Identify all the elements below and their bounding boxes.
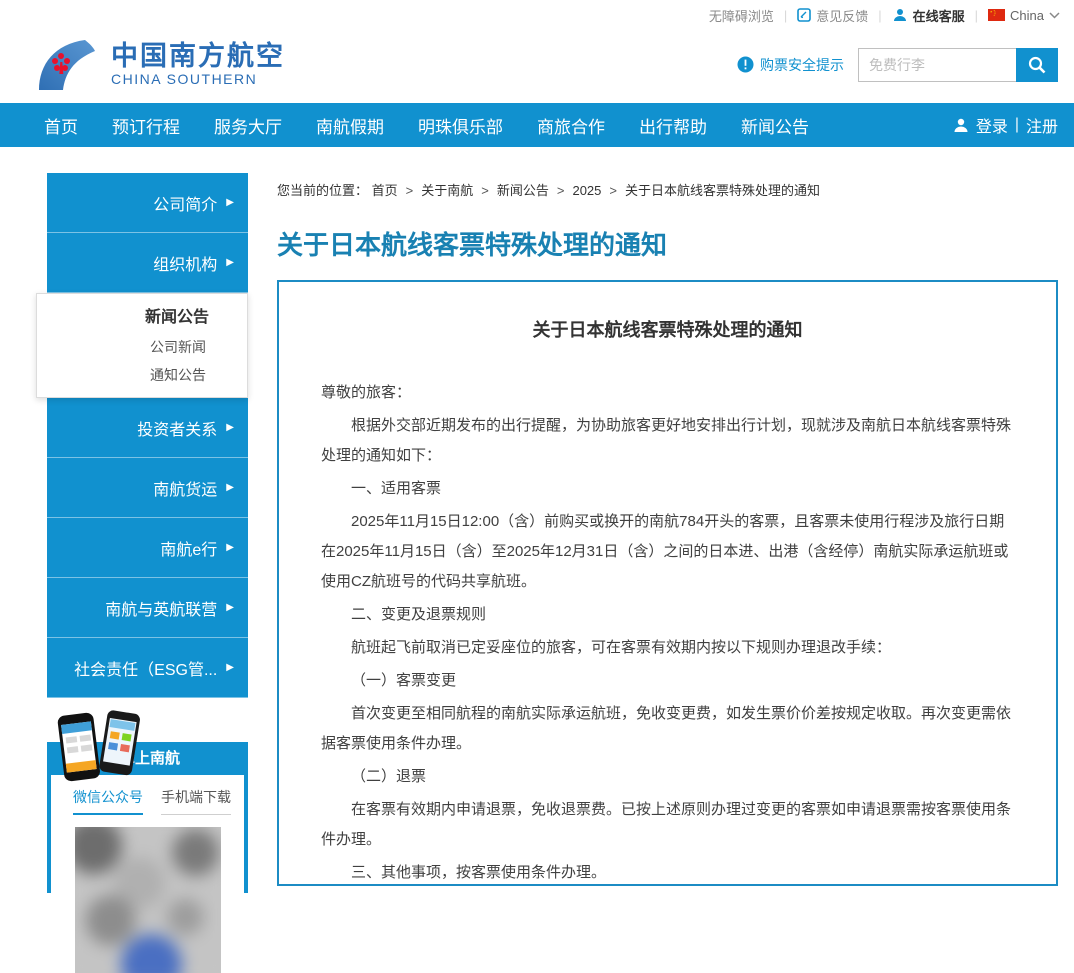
accessibility-label: 无障碍浏览: [709, 6, 774, 25]
topbar-divider: |: [784, 8, 787, 23]
sidebar-item[interactable]: 组织机构 ▶: [47, 233, 248, 293]
breadcrumb-label: 您当前的位置：: [277, 183, 368, 198]
article-paragraph: 航班起飞前取消已定妥座位的旅客，可在客票有效期内按以下规则办理退改手续：: [321, 633, 1014, 663]
qr-code-image: [75, 827, 221, 973]
article-title: 关于日本航线客票特殊处理的通知: [321, 316, 1014, 342]
article-paragraph: 二、变更及退票规则: [321, 600, 1014, 630]
online-service-link[interactable]: 在线客服: [892, 6, 965, 25]
chevron-down-icon: [1049, 12, 1060, 19]
top-utility-bar: 无障碍浏览 | 意见反馈 | 在线客服 | China: [0, 0, 1074, 26]
search-input[interactable]: [858, 48, 1016, 82]
brand-name-en: CHINA SOUTHERN: [111, 71, 285, 87]
topbar-divider: |: [975, 8, 978, 23]
breadcrumb: 您当前的位置： 首页 > 关于南航 > 新闻公告 >2025 > 关于日本航线客票特殊处理的通…: [277, 180, 1058, 199]
sidebar-item-label: 公司简介: [153, 191, 217, 215]
arrow-right-icon: ▶: [226, 603, 234, 613]
region-selector[interactable]: China: [988, 8, 1060, 23]
sidebar-item[interactable]: 南航e行 ▶: [47, 518, 248, 578]
article-paragraph: 首次变更至相同航程的南航实际承运航班，免收变更费，如发生票价价差按规定收取。再次…: [321, 699, 1014, 759]
feedback-icon: [797, 8, 811, 22]
accessibility-link[interactable]: 无障碍浏览: [709, 6, 774, 25]
tailfin-logo-icon: [35, 38, 99, 92]
article-paragraph: 2025年11月15日12:00（含）前购买或换开的南航784开头的客票，且客票…: [321, 507, 1014, 597]
breadcrumb-item[interactable]: 关于南航: [421, 183, 473, 198]
online-service-icon: [892, 7, 908, 23]
sidebar-item-label: 南航e行: [160, 536, 217, 560]
sidebar-item[interactable]: 南航与英航联营 ▶: [47, 578, 248, 638]
nav-item[interactable]: 南航假期: [299, 113, 401, 138]
search-button[interactable]: [1016, 48, 1058, 82]
breadcrumb-separator: >: [609, 183, 617, 198]
article-paragraph: 根据外交部近期发布的出行提醒，为协助旅客更好地安排出行计划，现就涉及南航日本航线…: [321, 411, 1014, 471]
sidebar-subitem[interactable]: 公司新闻: [37, 333, 247, 361]
nav-item[interactable]: 商旅合作: [520, 113, 622, 138]
nav-item[interactable]: 出行帮助: [622, 113, 724, 138]
notice-article: 关于日本航线客票特殊处理的通知 尊敬的旅客： 根据外交部近期发布的出行提醒，为协…: [277, 280, 1058, 886]
sidebar-item[interactable]: 社会责任（ESG管... ▶: [47, 638, 248, 698]
ticket-safety-tip-link[interactable]: 购票安全提示: [737, 55, 844, 75]
article-salutation: 尊敬的旅客：: [321, 378, 1014, 408]
arrow-right-icon: ▶: [226, 663, 234, 673]
header: 中国南方航空 CHINA SOUTHERN 购票安全提示: [0, 26, 1074, 103]
arrow-right-icon: ▶: [226, 423, 234, 433]
nav-divider: |: [1015, 116, 1019, 134]
sidebar-item[interactable]: 投资者关系 ▶: [47, 398, 248, 458]
sidebar-subitem[interactable]: 通知公告: [37, 361, 247, 389]
app-widget-tab[interactable]: 手机端下载: [161, 787, 231, 815]
arrow-right-icon: ▶: [226, 258, 234, 268]
sidebar-item-label: 南航与英航联营: [105, 596, 217, 620]
feedback-label: 意见反馈: [816, 6, 868, 25]
sidebar-item[interactable]: 南航货运 ▶: [47, 458, 248, 518]
main-content: 您当前的位置： 首页 > 关于南航 > 新闻公告 >2025 > 关于日本航线客票特殊处理的通…: [248, 147, 1074, 886]
brand-logo[interactable]: 中国南方航空 CHINA SOUTHERN: [35, 38, 285, 92]
nav-item[interactable]: 新闻公告: [724, 113, 826, 138]
feedback-link[interactable]: 意见反馈: [797, 6, 868, 25]
nav-item[interactable]: 明珠俱乐部: [401, 113, 520, 138]
mobile-app-widget: 掌上南航 微信公众号手机端下载: [47, 742, 248, 893]
sidebar-item-label: 南航货运: [153, 476, 217, 500]
china-flag-icon: [988, 9, 1005, 21]
sidebar-item-label: 组织机构: [153, 251, 217, 275]
login-link[interactable]: 登录: [976, 113, 1008, 137]
ticket-safety-tip-label: 购票安全提示: [760, 55, 844, 75]
arrow-right-icon: ▶: [226, 483, 234, 493]
phones-icon: [51, 708, 151, 782]
nav-item[interactable]: 预订行程: [95, 113, 197, 138]
app-widget-tab[interactable]: 微信公众号: [73, 787, 143, 815]
breadcrumb-separator: >: [481, 183, 489, 198]
breadcrumb-separator: >: [406, 183, 414, 198]
sidebar-item-label: 社会责任（ESG管...: [74, 656, 217, 680]
article-paragraph: 三、其他事项，按客票使用条件办理。: [321, 858, 1014, 886]
breadcrumb-item[interactable]: 关于日本航线客票特殊处理的通知: [625, 183, 820, 198]
search-icon: [1027, 55, 1047, 75]
article-paragraph: （二）退票: [321, 762, 1014, 792]
breadcrumb-item[interactable]: 新闻公告: [497, 183, 549, 198]
sidebar-item[interactable]: 公司简介 ▶: [47, 173, 248, 233]
breadcrumb-item[interactable]: 首页: [372, 183, 398, 198]
sidebar-item-news-active[interactable]: 新闻公告: [37, 303, 247, 333]
nav-item[interactable]: 首页: [27, 113, 95, 138]
main-nav: 首页预订行程服务大厅南航假期明珠俱乐部商旅合作出行帮助新闻公告 登录 | 注册: [0, 103, 1074, 147]
page-title: 关于日本航线客票特殊处理的通知: [277, 225, 1058, 262]
user-icon: [953, 117, 969, 133]
topbar-divider: |: [878, 8, 881, 23]
breadcrumb-item[interactable]: 2025: [572, 183, 601, 198]
sidebar-item-label: 投资者关系: [137, 416, 217, 440]
article-paragraph: 在客票有效期内申请退票，免收退票费。已按上述原则办理过变更的客票如申请退票需按客…: [321, 795, 1014, 855]
article-paragraph: （一）客票变更: [321, 666, 1014, 696]
register-link[interactable]: 注册: [1026, 113, 1058, 137]
sidebar: 公司简介▶组织机构▶ 新闻公告 公司新闻通知公告 投资者关系▶南航货运▶南航e行…: [47, 173, 248, 893]
nav-item[interactable]: 服务大厅: [197, 113, 299, 138]
region-label: China: [1010, 8, 1044, 23]
sidebar-active-section: 新闻公告 公司新闻通知公告: [36, 293, 248, 398]
arrow-right-icon: ▶: [226, 198, 234, 208]
brand-name-cn: 中国南方航空: [111, 42, 285, 72]
online-service-label: 在线客服: [913, 6, 965, 25]
article-paragraph: 一、适用客票: [321, 474, 1014, 504]
site-search: [858, 48, 1058, 82]
arrow-right-icon: ▶: [226, 543, 234, 553]
breadcrumb-separator: >: [557, 183, 565, 198]
info-icon: [737, 56, 754, 73]
